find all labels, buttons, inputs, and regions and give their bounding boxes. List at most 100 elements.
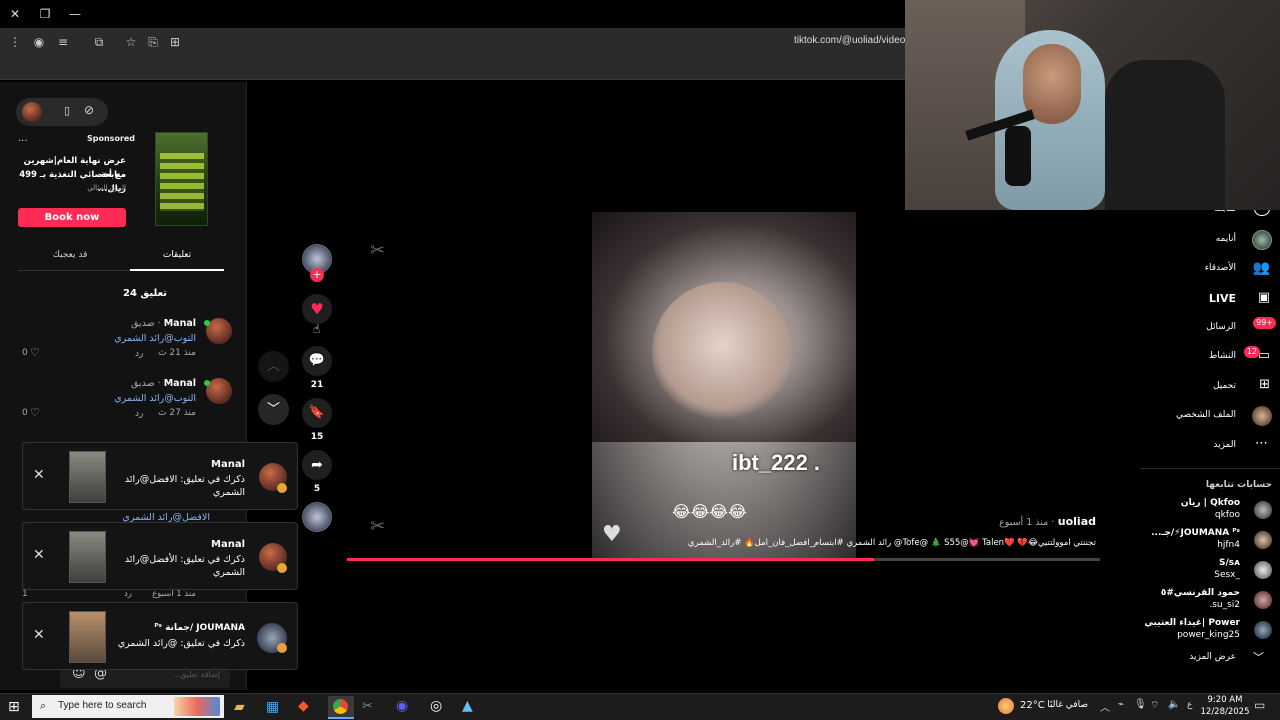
screenshot-icon[interactable]: ⎘ [142, 31, 164, 53]
see-more-link[interactable]: عرض المزيد [1136, 652, 1236, 662]
file-explorer-icon[interactable]: ▰ [234, 699, 245, 715]
reply-button[interactable]: رد [135, 409, 143, 419]
weather-desc[interactable]: صافي غالبًا [1040, 700, 1088, 710]
sidebar-item-activity[interactable]: النشاط [1136, 351, 1236, 361]
star-icon[interactable]: ☆ [120, 31, 142, 53]
heart-outline-icon[interactable]: ♡ [30, 346, 40, 359]
close-icon[interactable]: ✕ [33, 547, 45, 563]
cursor-icon: ☝ [313, 322, 321, 336]
following-item[interactable]: S/ꜱᴀ _Sesx [1130, 558, 1280, 584]
badge-icon [277, 483, 287, 493]
following-item[interactable]: Power |غيداء العتيبي power_king25 [1130, 618, 1280, 644]
notification-title: Manal [211, 459, 245, 470]
chevron-up-icon[interactable]: ︿ [1100, 699, 1110, 714]
capcut-icon[interactable]: ✂ [362, 699, 373, 714]
restore-icon[interactable]: ❐ [30, 0, 60, 28]
reply-button[interactable]: رد [124, 589, 132, 599]
music-disc-icon[interactable] [302, 502, 332, 532]
sidebar-item-upload[interactable]: تحميل [1136, 381, 1236, 391]
sidebar-item-messages[interactable]: الرسائل [1136, 322, 1236, 332]
more-icon[interactable]: ⋯ [1255, 436, 1268, 451]
friends-icon[interactable]: 👥 [1253, 260, 1270, 276]
reply-button[interactable]: رد [135, 349, 143, 359]
progress-track[interactable] [347, 558, 1100, 561]
video-caption[interactable]: تجننتي اموولتتيي😂💔 ❤️Tofe@ 🎄 S55@💓 Talen… [640, 538, 1096, 548]
chevron-down-icon[interactable]: ﹀ [1253, 649, 1264, 665]
search-placeholder: Type here to search [58, 700, 147, 711]
microphone-icon[interactable]: 🎙 [1134, 699, 1147, 710]
chrome-taskbar-button[interactable] [328, 696, 354, 719]
sidebar-item-explore[interactable]: أنايمه [1136, 234, 1236, 244]
translate-icon[interactable]: ⊞ [164, 31, 186, 53]
tab-you-may-like[interactable]: قد يعجبك [20, 250, 120, 260]
close-icon[interactable]: ✕ [33, 467, 45, 483]
comment-author[interactable]: Manal [164, 378, 196, 389]
follow-plus-icon[interactable]: + [310, 268, 324, 282]
notification-toast[interactable]: ✕ Manal ذكرك في تعليق: الأفضل@رائد الشمر… [22, 522, 298, 590]
capcut-logo-icon: ✂ [370, 516, 386, 537]
address-bar[interactable]: tiktok.com/@uoliad/video/ [794, 35, 908, 46]
comment-bubble-icon[interactable]: 💬 [302, 346, 332, 376]
minimize-icon[interactable]: — [60, 0, 90, 28]
following-item[interactable]: حمود القرنسي#٥ su_si2. [1130, 588, 1280, 614]
discord-icon[interactable]: ◉ [396, 698, 408, 714]
badge-icon [277, 643, 287, 653]
live-icon[interactable]: ▣ [1258, 290, 1270, 305]
clock-date[interactable]: 12/28/2025 [1200, 707, 1250, 717]
chevron-down-icon[interactable]: ﹀ [258, 394, 289, 425]
compass-icon[interactable]: ⊘ [84, 103, 94, 117]
comment-text[interactable]: التوب@رائد الشمري [80, 333, 196, 344]
like-heart-icon[interactable]: ♥ [302, 294, 332, 324]
notification-center-icon[interactable]: ▭ [1254, 698, 1265, 712]
menu-dots-icon[interactable]: ⋮ [4, 31, 26, 53]
video-meta: uoliad · منذ 1 أسبوع [860, 515, 1096, 528]
notification-toast[interactable]: ✕ JOUMANA /جمانة ᴾˢ ذكرك في تعليق: @رائد… [22, 602, 298, 670]
share-icon[interactable]: ➦ [302, 450, 332, 480]
taskbar-search-input[interactable]: ⌕ Type here to search [32, 695, 224, 718]
badge-icon [277, 563, 287, 573]
capcut-logo-icon: ✂ [370, 240, 386, 261]
book-now-button[interactable]: Book now [18, 208, 126, 227]
steam-icon[interactable]: ▲ [462, 698, 473, 714]
video-author[interactable]: uoliad [1058, 515, 1096, 528]
network-icon[interactable]: ⌁ [1118, 699, 1124, 710]
close-icon[interactable]: ✕ [0, 0, 30, 28]
upload-icon[interactable]: ⊞ [1259, 377, 1270, 392]
sidebar-item-friends[interactable]: الأصدقاء [1136, 263, 1236, 273]
ad-image[interactable] [155, 132, 208, 226]
comment-author[interactable]: Manal [164, 318, 196, 329]
extensions-icon[interactable]: ⧉ [88, 31, 110, 53]
input-language[interactable]: ع [1187, 700, 1192, 710]
store-icon[interactable]: ▦ [266, 699, 279, 715]
heart-outline-icon[interactable]: ♡ [30, 406, 40, 419]
avatar[interactable] [22, 102, 42, 122]
activity-badge: 12 [1243, 346, 1260, 358]
reading-list-icon[interactable]: ≡ [52, 31, 74, 53]
close-icon[interactable]: ✕ [33, 627, 45, 643]
profile-icon[interactable]: ◉ [28, 31, 50, 53]
sidebar-item-more[interactable]: المزيد [1136, 440, 1236, 450]
comment-count: 21 [310, 380, 324, 390]
windows-start-icon[interactable]: ⊞ [8, 699, 20, 715]
tab-comments[interactable]: تعليقات [130, 250, 224, 260]
profile-icon[interactable] [1252, 406, 1272, 426]
ad-more-icon[interactable]: ... [18, 133, 28, 144]
volume-icon[interactable]: 🔈 [1168, 699, 1180, 710]
thumbnail-image [69, 611, 106, 663]
sidebar-item-profile[interactable]: الملف الشخصي [1136, 410, 1236, 420]
comment-text[interactable]: التوب@رائد الشمري [80, 393, 196, 404]
bookmark-icon[interactable]: 🔖 [302, 398, 332, 428]
video-player[interactable]: ibt_222 . 😂😂😂😂 ♥ [592, 212, 856, 558]
sidebar-item-live[interactable]: LIVE [1136, 292, 1236, 305]
following-item[interactable]: JOUMANA ᴾˢ⚡/جـ... hjfn4 [1130, 528, 1280, 554]
following-item[interactable]: Qkfoo | ريان qkfoo [1130, 498, 1280, 524]
clock-time[interactable]: 9:20 AM [1203, 695, 1247, 705]
avatar-icon[interactable] [1252, 230, 1272, 250]
obs-icon[interactable]: ◎ [430, 698, 442, 714]
chevron-up-icon[interactable]: ︿ [258, 351, 289, 382]
device-icon[interactable]: ▯ [64, 104, 70, 117]
notification-text: ذكرك في تعليق: الافضل@رائد الشمري [124, 474, 245, 498]
brave-icon[interactable]: ◆ [298, 698, 309, 714]
wifi-icon[interactable]: ⌔ [1150, 699, 1159, 712]
notification-toast[interactable]: ✕ Manal ذكرك في تعليق: الافضل@رائد الشمر… [22, 442, 298, 510]
